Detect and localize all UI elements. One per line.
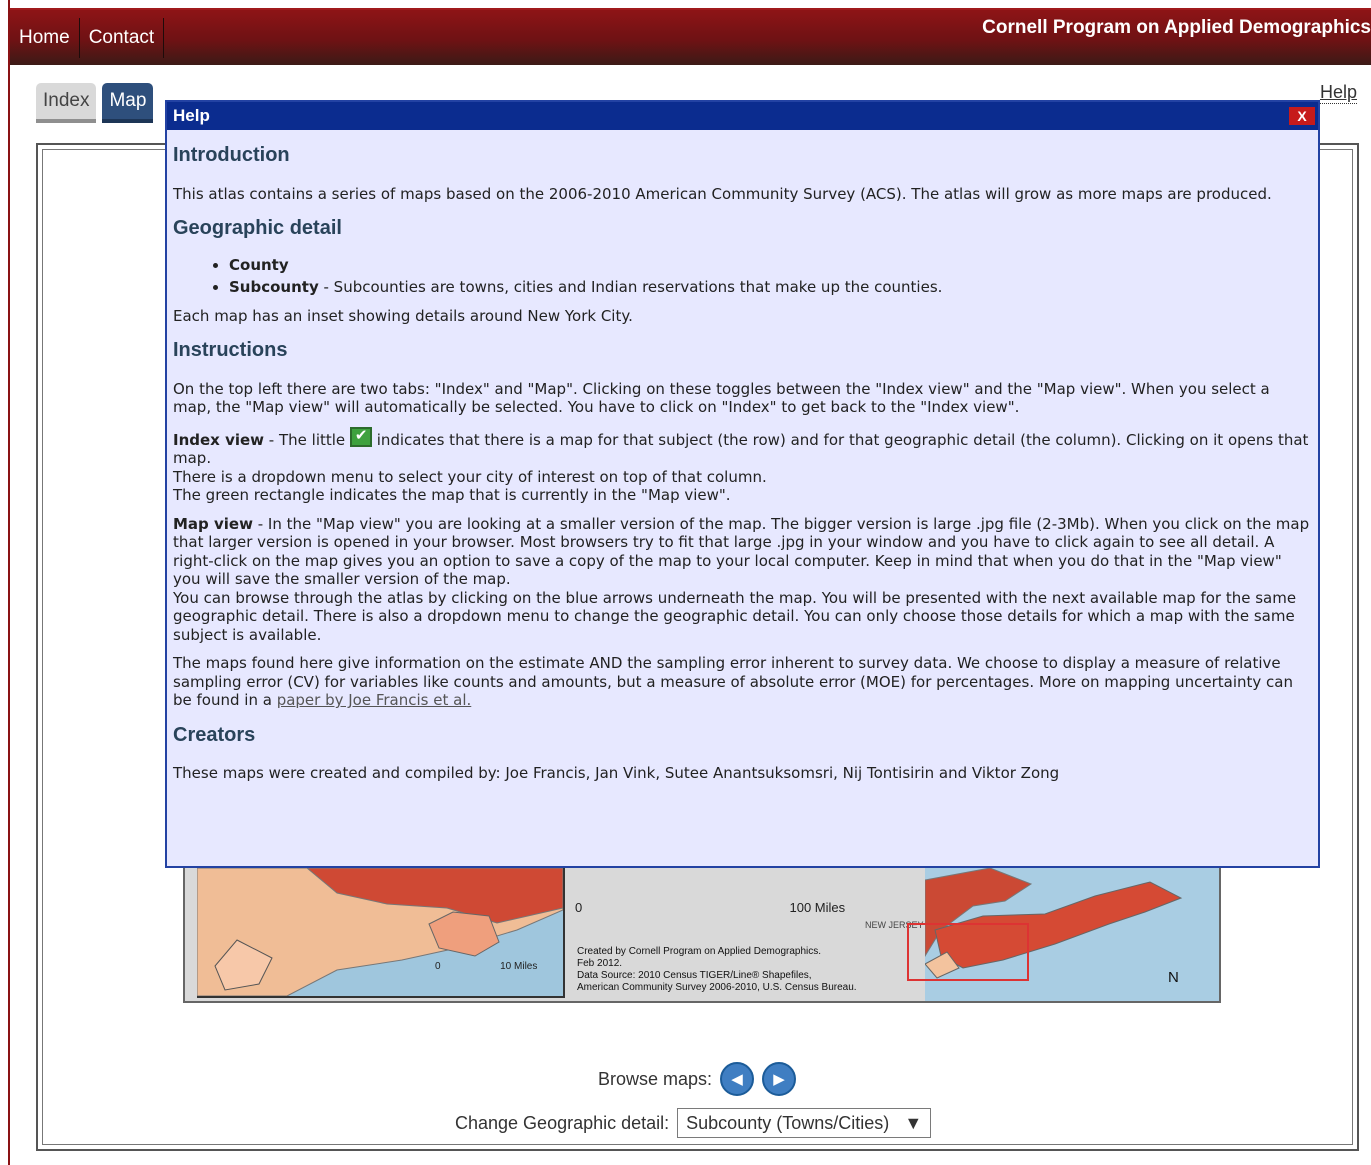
left-arrow-icon: ◀ [731,1071,743,1088]
browse-maps-label: Browse maps: [598,1068,713,1089]
home-link[interactable]: Home [10,18,80,58]
index-view-dropdown-text: There is a dropdown menu to select your … [173,467,767,486]
creators-text: These maps were created and compiled by:… [173,764,1060,782]
county-label: County [229,255,289,274]
close-help-button[interactable]: X [1289,107,1315,125]
geographic-detail-heading: Geographic detail [173,217,342,239]
map-image[interactable]: 0 100 Miles 0 10 Miles NEW JERSEY Create… [183,866,1221,1003]
creators-heading: Creators [173,723,256,746]
help-content: Introduction This atlas contains a serie… [167,144,1318,783]
subcounty-item: Subcounty - Subcounties are towns, citie… [229,278,1312,297]
introduction-text: This atlas contains a series of maps bas… [173,184,1272,203]
introduction-heading: Introduction [173,144,290,166]
help-link[interactable]: Help [1319,82,1357,104]
browse-maps-row: Browse maps: ◀ ▶ [598,1062,797,1096]
subcounty-label: Subcounty [229,278,319,296]
map-check-icon [349,426,372,447]
map-view-browse-text: You can browse through the atlas by clic… [173,588,1297,644]
main-nav: Home Contact [10,18,165,58]
credit-line-2: Feb 2012. [577,958,623,969]
index-view-rectangle-text: The green rectangle indicates the map th… [173,486,731,504]
map-view-label: Map view [173,514,253,533]
credit-line-1: Created by Cornell Program on Applied De… [577,946,822,957]
main-scale-100: 100 Miles [789,900,846,915]
dropdown-chevron-icon: ▼ [904,1112,923,1133]
inset-map [197,868,565,998]
tab-index[interactable]: Index [36,83,97,123]
inset-note: Each map has an inset showing details ar… [173,306,633,325]
main-scale-zero: 0 [575,900,583,915]
geographic-detail-label: Change Geographic detail: [455,1112,670,1133]
top-navigation-bar: Home Contact Cornell Program on Applied … [10,8,1371,65]
map-view-text: - In the "Map view" you are looking at a… [173,514,1310,589]
county-item: County [229,256,1312,275]
tab-map[interactable]: Map [102,83,154,123]
north-arrow: N [1168,969,1179,986]
subcounty-description: - Subcounties are towns, cities and Indi… [318,278,943,296]
map-credits: Created by Cornell Program on Applied De… [577,946,857,994]
geographic-detail-row: Change Geographic detail: Subcounty (Tow… [455,1108,932,1138]
previous-map-button[interactable]: ◀ [720,1062,755,1096]
uncertainty-section: The maps found here give information on … [173,654,1312,710]
credit-line-4: American Community Survey 2006-2010, U.S… [577,982,857,993]
inset-scale-bar: 0 10 Miles [435,961,537,972]
index-view-label: Index view [173,430,265,449]
right-arrow-icon: ▶ [773,1071,785,1088]
site-brand: Cornell Program on Applied Demographics [982,17,1371,38]
help-dialog-title: Help [167,102,1318,130]
geographic-detail-list: County Subcounty - Subcounties are towns… [173,256,1312,297]
selected-geographic-detail: Subcounty (Towns/Cities) [686,1112,890,1133]
instructions-text: On the top left there are two tabs: "Ind… [173,379,1270,417]
next-map-button[interactable]: ▶ [762,1062,797,1096]
page-left-edge [0,0,10,1165]
inset-scale-zero: 0 [435,961,441,972]
index-view-text-before: - The little [264,430,350,449]
index-view-section: Index view - The little indicates that t… [173,426,1312,505]
view-tabs: Index Map [36,83,159,123]
nyc-inset-box [907,923,1029,981]
instructions-heading: Instructions [173,339,288,361]
main-scale-bar: 0 100 Miles [575,900,845,915]
contact-link[interactable]: Contact [80,18,165,58]
credit-line-3: Data Source: 2010 Census TIGER/Line® Sha… [577,970,812,981]
paper-link[interactable]: paper by Joe Francis et al. [277,691,472,709]
help-dialog: Help X Introduction This atlas contains … [165,100,1320,868]
inset-scale-ten: 10 Miles [500,961,538,972]
geographic-detail-select[interactable]: Subcounty (Towns/Cities) ▼ [677,1108,932,1138]
map-view-section: Map view - In the "Map view" you are loo… [173,515,1312,645]
